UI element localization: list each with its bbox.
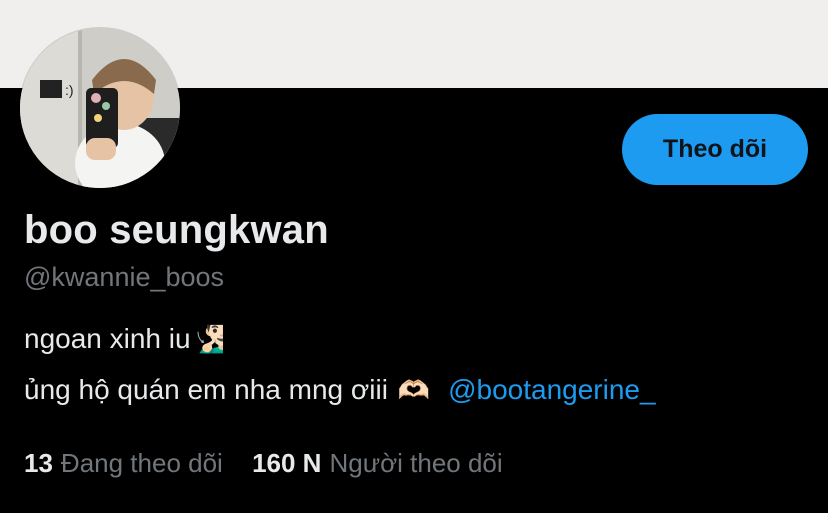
following-label: Đang theo dõi (60, 448, 223, 478)
followers-label: Người theo dõi (329, 448, 503, 478)
following-count: 13 (24, 448, 53, 478)
svg-text::): :) (65, 82, 74, 98)
bio-text-2: ủng hộ quán em nha mng ơiii (24, 374, 388, 405)
follow-stats: 13 Đang theo dõi 160 N Người theo dõi (24, 448, 503, 479)
followers-stat[interactable]: 160 N Người theo dõi (252, 448, 503, 479)
avatar-photo-icon: :) (20, 28, 180, 188)
heart-hands-emoji-icon: 🫶🏻 (397, 375, 431, 405)
bio-text-1: ngoan xinh iu (24, 323, 191, 354)
bio-line-2: ủng hộ quán em nha mng ơiii 🫶🏻 @bootanger… (24, 374, 656, 406)
follow-button[interactable]: Theo dõi (622, 114, 808, 185)
profile-avatar[interactable]: :) (20, 28, 180, 188)
following-stat[interactable]: 13 Đang theo dõi (24, 448, 223, 479)
deaf-person-emoji-icon: 🧏🏻‍♂️ (192, 324, 225, 354)
profile-handle: @kwannie_boos (24, 262, 225, 292)
followers-count: 160 N (252, 448, 322, 478)
bio-line-1: ngoan xinh iu🧏🏻‍♂️ (24, 323, 225, 355)
profile-display-name: boo seungkwan (24, 208, 329, 252)
bio-mention-link[interactable]: @bootangerine_ (448, 374, 655, 405)
